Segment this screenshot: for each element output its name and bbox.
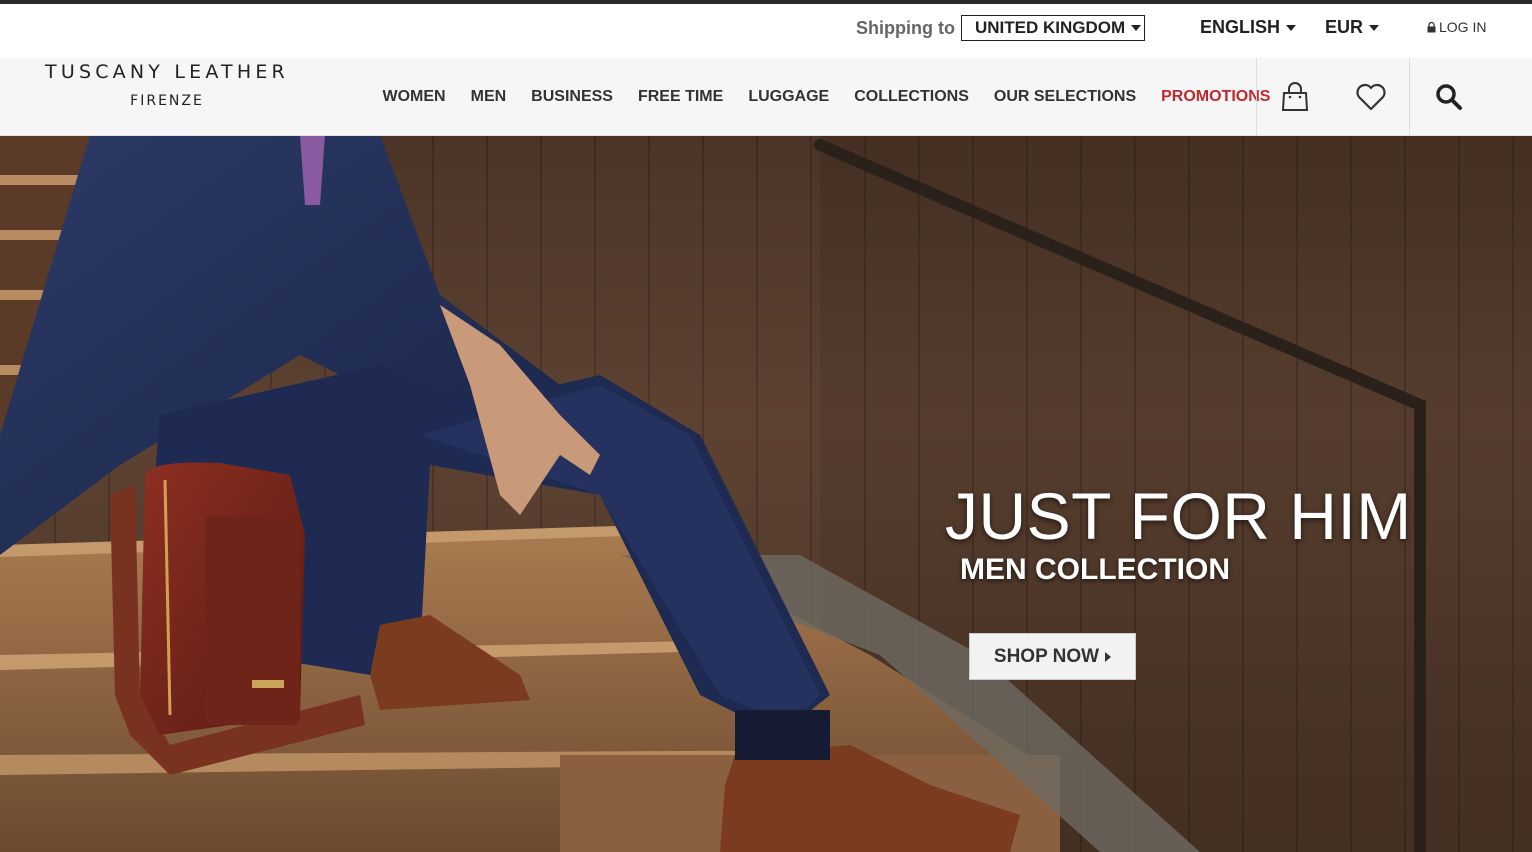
nav-item-free-time[interactable]: FREE TIME	[638, 88, 723, 106]
hero-banner: JUST FOR HIM MEN COLLECTION SHOP NOW	[0, 135, 1532, 852]
search-icon	[1436, 83, 1462, 110]
site-logo[interactable]: TUSCANY LEATHER FIRENZE	[22, 61, 312, 109]
chevron-down-icon	[1131, 25, 1142, 31]
cart-button[interactable]	[1257, 58, 1333, 135]
chevron-down-icon	[1369, 25, 1380, 32]
shipping-country-select[interactable]: UNITED KINGDOM	[961, 15, 1145, 41]
shipping-country-value: UNITED KINGDOM	[975, 18, 1126, 37]
language-selector[interactable]: ENGLISH	[1200, 17, 1297, 38]
language-value: ENGLISH	[1200, 17, 1281, 37]
chevron-right-icon	[1105, 651, 1112, 662]
logo-sub-text: FIRENZE	[130, 93, 204, 109]
nav-item-luggage[interactable]: LUGGAGE	[748, 88, 829, 106]
logo-main-text: TUSCANY LEATHER	[45, 61, 289, 83]
currency-value: EUR	[1325, 17, 1364, 37]
chevron-down-icon	[1286, 25, 1297, 32]
shipping-label: Shipping to	[856, 18, 955, 38]
nav-item-women[interactable]: WOMEN	[383, 88, 446, 106]
nav-item-our-selections[interactable]: OUR SELECTIONS	[994, 88, 1136, 106]
heart-icon	[1356, 83, 1386, 110]
currency-selector[interactable]: EUR	[1325, 17, 1380, 38]
login-link[interactable]: LOG IN	[1427, 19, 1486, 35]
hero-title: JUST FOR HIM	[945, 479, 1412, 553]
nav-item-men[interactable]: MEN	[471, 88, 507, 106]
shop-now-label: SHOP NOW	[993, 645, 1100, 667]
lock-icon	[1427, 21, 1436, 32]
shop-now-button[interactable]: SHOP NOW	[969, 633, 1136, 680]
hero-subtitle: MEN COLLECTION	[960, 553, 1230, 586]
utility-bar: Shipping to UNITED KINGDOM ENGLISH EUR L…	[0, 4, 1532, 58]
login-label: LOG IN	[1439, 19, 1487, 35]
nav-item-business[interactable]: BUSINESS	[531, 88, 613, 106]
nav-item-collections[interactable]: COLLECTIONS	[854, 88, 969, 106]
wishlist-button[interactable]	[1333, 58, 1409, 135]
nav-item-promotions[interactable]: PROMOTIONS	[1161, 88, 1270, 106]
shopping-bag-icon	[1281, 81, 1309, 111]
main-navigation: TUSCANY LEATHER FIRENZE WOMEN MEN BUSINE…	[0, 58, 1532, 136]
search-button[interactable]	[1410, 58, 1488, 135]
nav-menu: WOMEN MEN BUSINESS FREE TIME LUGGAGE COL…	[370, 58, 1283, 135]
